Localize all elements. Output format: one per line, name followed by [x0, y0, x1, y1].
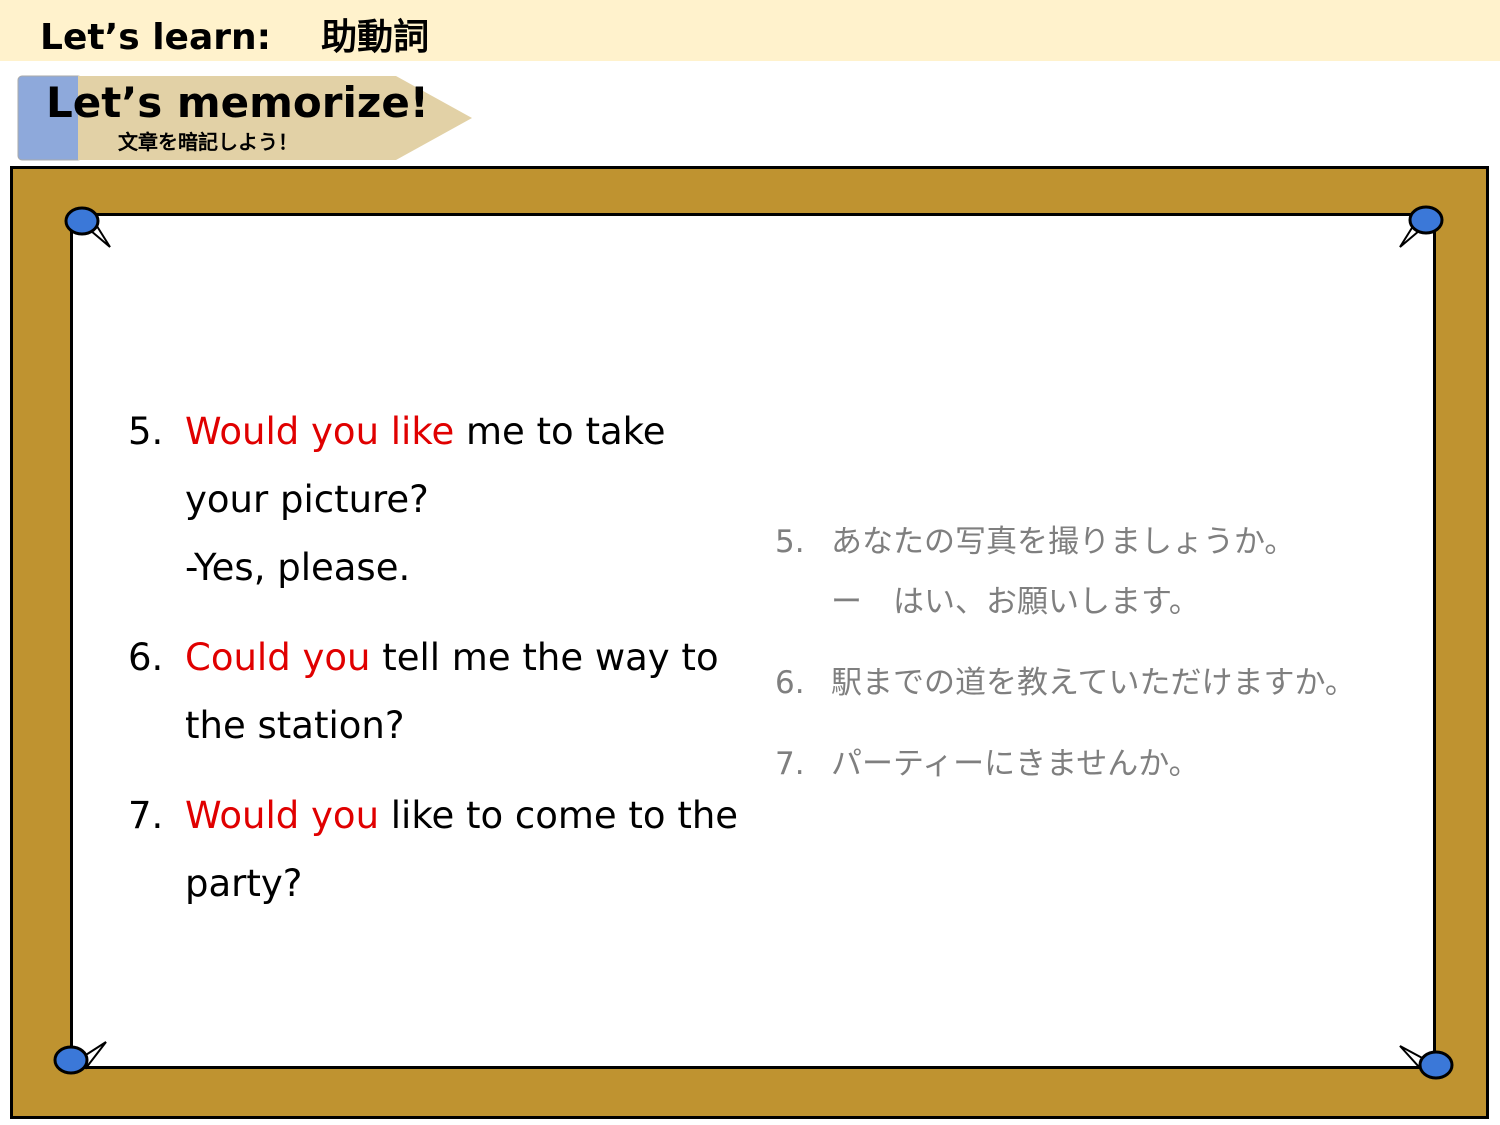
translation-answer: ー はい、お願いします。 [831, 584, 1200, 620]
japanese-sentence-5: 5. あなたの写真を撮りましょうか。 ー はい、お願いします。 [775, 512, 1415, 632]
sentence-answer: -Yes, please. [185, 546, 411, 589]
english-sentence-5: 5. Would you like me to take your pictur… [128, 398, 748, 602]
english-sentence-6: 6. Could you tell me the way to the stat… [128, 624, 748, 760]
banner-title: Let’s memorize! [46, 78, 429, 127]
sentence-number: 5. [775, 524, 805, 560]
pushpin-icon [1399, 205, 1444, 248]
sentence-number: 7. [775, 746, 805, 782]
translation-text: パーティーにきませんか。 [831, 746, 1200, 782]
sentence-text: the station? [185, 704, 405, 747]
translation-text: あなたの写真を撮りましょうか。 [831, 524, 1296, 560]
sentence-number: 5. [128, 410, 164, 453]
sentence-text: party? [185, 862, 303, 905]
translation-text: 駅までの道を教えていただけますか。 [831, 665, 1356, 701]
japanese-sentence-6: 6. 駅までの道を教えていただけますか。 [775, 653, 1415, 713]
sentence-text: tell me the way to [370, 636, 719, 679]
pushpin-icon [1399, 1045, 1454, 1080]
highlighted-phrase: Would you [185, 794, 380, 837]
sentence-number: 6. [775, 665, 805, 701]
sentence-text: your picture? [185, 478, 429, 521]
sentence-text: me to take [454, 410, 666, 453]
highlighted-phrase: Would you like [185, 410, 455, 453]
sentence-number: 6. [128, 636, 164, 679]
header-bar: Let’s learn: 助動詞 [0, 0, 1500, 61]
banner-subtitle: 文章を暗記しよう！ [118, 130, 298, 154]
sentence-number: 7. [128, 794, 164, 837]
english-sentence-7: 7. Would you like to come to the party? [128, 782, 748, 918]
sentence-text: like to come to the [379, 794, 739, 837]
english-sentence-list: 5. Would you like me to take your pictur… [128, 398, 748, 940]
japanese-sentence-7: 7. パーティーにきませんか。 [775, 734, 1415, 794]
japanese-translation-list: 5. あなたの写真を撮りましょうか。 ー はい、お願いします。 6. 駅までの道… [775, 512, 1415, 815]
highlighted-phrase: Could you [185, 636, 371, 679]
pushpin-icon [64, 206, 111, 248]
page-title: Let’s learn: 助動詞 [40, 17, 430, 58]
pushpin-icon [53, 1041, 107, 1075]
